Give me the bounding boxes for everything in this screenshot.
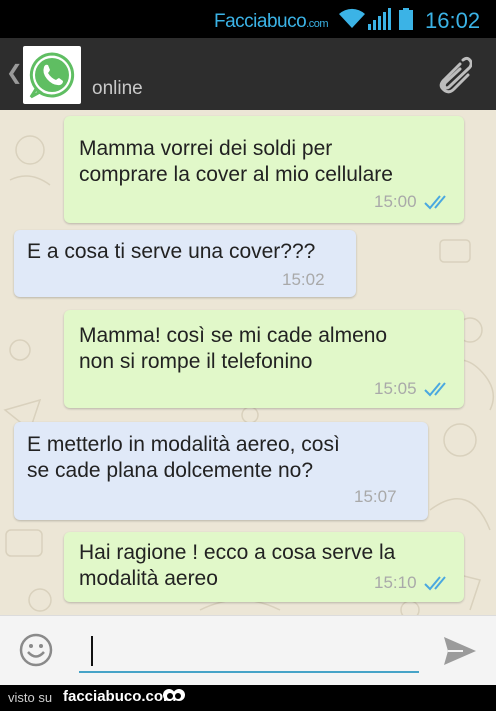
battery-icon xyxy=(399,8,413,30)
contact-avatar[interactable] xyxy=(23,46,81,104)
message-text: Hai ragione ! ecco a cosa serve la modal… xyxy=(79,541,396,590)
read-receipt-icon xyxy=(424,195,446,210)
read-receipt-icon xyxy=(424,576,446,591)
smiley-icon[interactable] xyxy=(19,633,53,667)
message-text: E metterlo in modalità aereo, così se ca… xyxy=(27,433,340,482)
text-caret xyxy=(91,636,93,666)
wifi-icon xyxy=(339,8,365,28)
message-time: 15:07 xyxy=(354,487,397,506)
read-receipt-icon xyxy=(424,382,446,397)
site-label: facciabuco.com xyxy=(63,688,177,705)
status-time: 16:02 xyxy=(425,8,481,33)
whatsapp-logo xyxy=(29,52,75,99)
paperclip-icon[interactable] xyxy=(430,54,472,96)
message-text: Mamma vorrei dei soldi per comprare la c… xyxy=(79,137,393,186)
eyes-icon xyxy=(163,689,185,701)
seen-on-label: visto su xyxy=(8,690,53,705)
message-text: Mamma! così se mi cade almeno non si rom… xyxy=(79,324,388,373)
message-incoming[interactable]: E metterlo in modalità aereo, così se ca… xyxy=(14,422,428,520)
message-text: E a cosa ti serve una cover??? xyxy=(27,240,316,263)
send-icon[interactable] xyxy=(443,636,477,666)
watermark-footer: visto su facciabuco.com xyxy=(0,685,496,711)
contact-status: online xyxy=(92,78,143,99)
message-time: 15:02 xyxy=(282,270,325,289)
message-composer xyxy=(0,615,496,685)
status-brand: Facciabuco.com xyxy=(214,11,329,32)
chevron-left-icon[interactable]: ❮ xyxy=(6,60,23,85)
message-incoming[interactable]: E a cosa ti serve una cover??? 15:02 xyxy=(14,230,356,297)
message-outgoing[interactable]: Mamma! così se mi cade almeno non si rom… xyxy=(64,310,464,408)
message-outgoing[interactable]: Hai ragione ! ecco a cosa serve la modal… xyxy=(64,532,464,602)
message-time: 15:10 xyxy=(374,573,417,592)
chat-header: ❮ online xyxy=(0,38,496,110)
chat-area[interactable]: Mamma vorrei dei soldi per comprare la c… xyxy=(0,110,496,615)
signal-icon xyxy=(368,8,391,30)
message-time: 15:00 xyxy=(374,192,417,211)
message-input[interactable] xyxy=(79,636,419,673)
message-time: 15:05 xyxy=(374,379,417,398)
message-outgoing[interactable]: Mamma vorrei dei soldi per comprare la c… xyxy=(64,116,464,223)
status-bar: Facciabuco.com 16:02 xyxy=(0,0,496,38)
